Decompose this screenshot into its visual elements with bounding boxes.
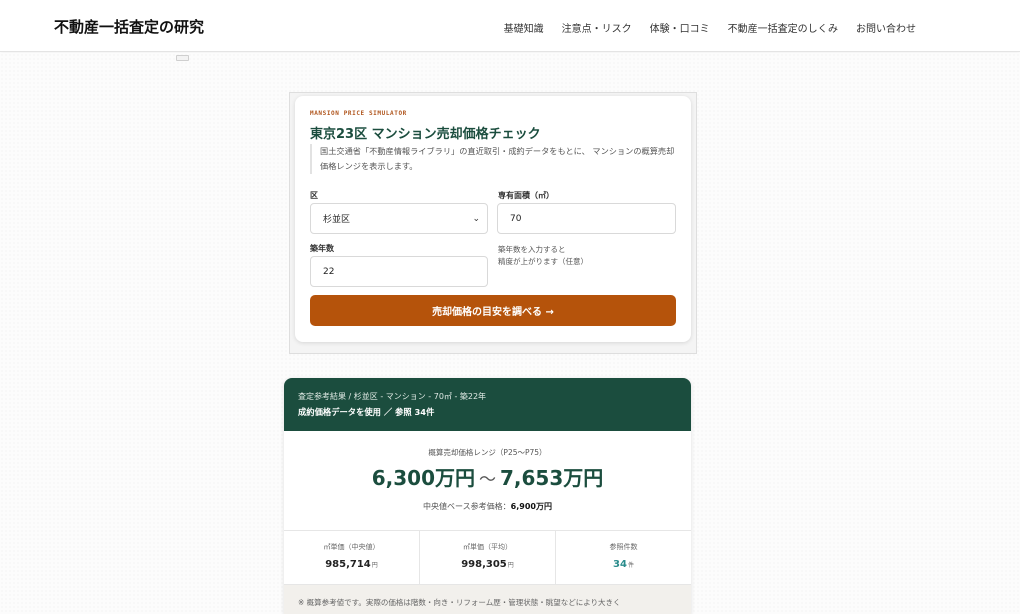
simulator-title: 東京23区 マンション売却価格チェック bbox=[310, 127, 541, 142]
simulator-eyebrow: MANSION PRICE SIMULATOR bbox=[310, 110, 407, 117]
result-header-source: 成約価格データを使用 ／ 参照 34件 bbox=[298, 407, 435, 417]
stat-unit-price-mean: ㎡単価（平均） 998,305円 bbox=[420, 531, 556, 584]
chevron-down-icon: ⌄ bbox=[472, 214, 480, 224]
area-input[interactable]: 70 bbox=[497, 203, 676, 234]
area-input-value: 70 bbox=[510, 213, 522, 224]
stat-label: ㎡単価（平均） bbox=[463, 543, 512, 551]
site-header: 不動産一括査定の研究 基礎知識 注意点・リスク 体験・口コミ 不動産一括査定のし… bbox=[0, 0, 1020, 52]
age-hint-line-2: 精度が上がります（任意） bbox=[498, 257, 588, 266]
median-label: 中央値ベース参考価格： bbox=[423, 502, 511, 511]
disclaimer-note: ※ 概算参考値です。実際の価格は階数・向き・リフォーム歴・管理状態・眺望などによ… bbox=[284, 585, 691, 614]
nav-item-mechanism[interactable]: 不動産一括査定のしくみ bbox=[728, 20, 838, 35]
stat-unit-price-median: ㎡単価（中央値） 985,714円 bbox=[284, 531, 420, 584]
simulator-description: 国土交通省「不動産情報ライブラリ」の直近取引・成約データをもとに、 マンションの… bbox=[310, 144, 678, 174]
ward-select-value: 杉並区 bbox=[323, 215, 351, 225]
result-header: 査定参考結果 / 杉並区 - マンション - 70㎡ - 築22年 成約価格デー… bbox=[284, 378, 691, 431]
median-price: 中央値ベース参考価格：6,900万円 bbox=[284, 501, 691, 512]
range-low: 6,300万円 bbox=[371, 466, 475, 490]
stat-value: 998,305円 bbox=[461, 559, 514, 570]
main-nav: 基礎知識 注意点・リスク 体験・口コミ 不動産一括査定のしくみ お問い合わせ bbox=[504, 20, 916, 35]
result-card: 査定参考結果 / 杉並区 - マンション - 70㎡ - 築22年 成約価格デー… bbox=[284, 378, 691, 614]
age-input-value: 22 bbox=[323, 266, 335, 277]
stat-label: ㎡単価（中央値） bbox=[323, 543, 380, 551]
result-header-summary: 査定参考結果 / 杉並区 - マンション - 70㎡ - 築22年 bbox=[298, 392, 487, 401]
nav-item-contact[interactable]: お問い合わせ bbox=[856, 20, 916, 35]
stat-value: 34件 bbox=[613, 559, 634, 570]
check-price-button[interactable]: 売却価格の目安を調べる → bbox=[310, 295, 676, 326]
age-label: 築年数 bbox=[310, 244, 334, 253]
range-label: 概算売却価格レンジ（P25〜P75） bbox=[428, 448, 547, 457]
age-input[interactable]: 22 bbox=[310, 256, 488, 287]
range-separator: ～ bbox=[479, 470, 496, 490]
ward-label: 区 bbox=[310, 191, 318, 200]
simulator-card: MANSION PRICE SIMULATOR 東京23区 マンション売却価格チ… bbox=[295, 96, 691, 342]
stats-row: ㎡単価（中央値） 985,714円 ㎡単価（平均） 998,305円 参照件数 … bbox=[284, 530, 691, 585]
age-hint-line-1: 築年数を入力すると bbox=[498, 245, 566, 254]
nav-item-risks[interactable]: 注意点・リスク bbox=[562, 20, 632, 35]
site-title[interactable]: 不動産一括査定の研究 bbox=[54, 16, 204, 37]
stat-reference-count: 参照件数 34件 bbox=[556, 531, 691, 584]
nav-item-reviews[interactable]: 体験・口コミ bbox=[650, 20, 710, 35]
range-high: 7,653万円 bbox=[500, 466, 604, 490]
ward-select[interactable]: 杉並区 ⌄ bbox=[310, 203, 488, 234]
stat-value: 985,714円 bbox=[325, 559, 378, 570]
median-value: 6,900万円 bbox=[510, 502, 552, 511]
price-range: 6,300万円～ 7,653万円 bbox=[284, 462, 691, 491]
area-label: 専有面積（㎡） bbox=[498, 191, 554, 200]
nav-item-basics[interactable]: 基礎知識 bbox=[504, 20, 544, 35]
menu-toggle-button[interactable] bbox=[176, 55, 189, 61]
age-hint: 築年数を入力すると 精度が上がります（任意） bbox=[498, 244, 588, 268]
stat-label: 参照件数 bbox=[609, 543, 638, 551]
